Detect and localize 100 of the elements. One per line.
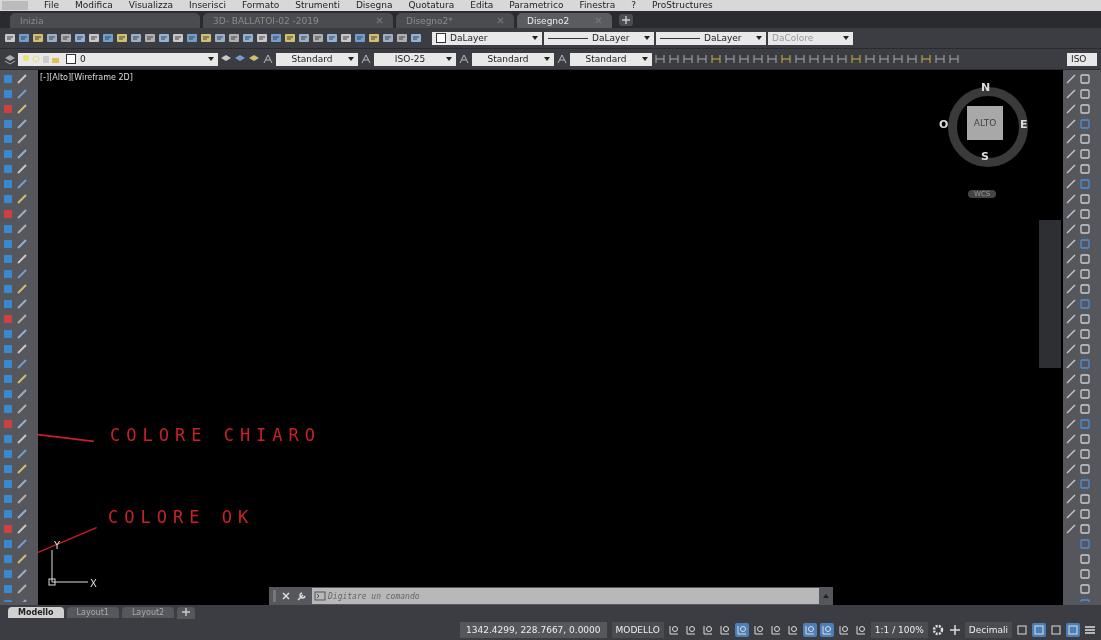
menu-item[interactable]: Formato <box>233 0 288 11</box>
tool-icon[interactable] <box>284 32 296 44</box>
dimension-tool-icon[interactable] <box>892 53 904 65</box>
style-dropdown[interactable]: ISO <box>1067 52 1097 66</box>
modify-tool-icon[interactable] <box>1079 208 1091 220</box>
dimension-tool-icon[interactable] <box>878 53 890 65</box>
draw-tool-icon[interactable] <box>1065 268 1077 280</box>
status-toggle-icon[interactable] <box>683 623 698 637</box>
dimension-tool-icon[interactable] <box>654 53 666 65</box>
caret-icon[interactable] <box>823 594 829 598</box>
modify-tool-icon[interactable] <box>1079 523 1091 535</box>
tool-icon[interactable] <box>32 32 44 44</box>
layer-dropdown[interactable]: 0 <box>18 52 218 66</box>
plus-icon[interactable] <box>947 623 962 637</box>
tool-icon[interactable] <box>60 32 72 44</box>
dimension-tool-icon[interactable] <box>808 53 820 65</box>
modify-tool-icon[interactable] <box>1079 163 1091 175</box>
dimension-tool-icon[interactable] <box>948 53 960 65</box>
tool-icon[interactable] <box>16 298 28 310</box>
status-toggle-icon[interactable] <box>666 623 681 637</box>
modify-tool-icon[interactable] <box>1079 508 1091 520</box>
modify-tool-icon[interactable] <box>1079 343 1091 355</box>
tool-icon[interactable] <box>214 32 226 44</box>
status-toggle-icon[interactable] <box>717 623 732 637</box>
tool-icon[interactable] <box>16 403 28 415</box>
tool-icon[interactable] <box>16 193 28 205</box>
tool-icon[interactable] <box>172 32 184 44</box>
modify-tool-icon[interactable] <box>1079 283 1091 295</box>
dimension-tool-icon[interactable] <box>864 53 876 65</box>
dimension-tool-icon[interactable] <box>696 53 708 65</box>
modify-tool-icon[interactable] <box>1079 463 1091 475</box>
menu-item[interactable]: ProStructures <box>643 0 721 11</box>
menu-item[interactable]: Inserisci <box>181 0 234 11</box>
status-toggle-icon[interactable] <box>1015 623 1029 637</box>
tool-icon[interactable] <box>130 32 142 44</box>
menu-item[interactable]: Modifica <box>67 0 121 11</box>
new-tab-button[interactable] <box>619 13 633 26</box>
draw-tool-icon[interactable] <box>1065 328 1077 340</box>
compass-letter[interactable]: E <box>1020 118 1028 131</box>
menu-icon[interactable] <box>1083 623 1097 637</box>
modify-tool-icon[interactable] <box>1079 403 1091 415</box>
viewport-label[interactable]: [-][Alto][Wireframe 2D] <box>40 73 133 82</box>
modify-tool-icon[interactable] <box>1079 103 1091 115</box>
menu-item[interactable]: Edita <box>462 0 502 11</box>
modify-tool-icon[interactable] <box>1079 553 1091 565</box>
modify-tool-icon[interactable] <box>1079 448 1091 460</box>
draw-tool-icon[interactable] <box>1065 373 1077 385</box>
tool-icon[interactable] <box>354 32 366 44</box>
tool-icon[interactable] <box>16 148 28 160</box>
settings-icon[interactable] <box>930 623 945 637</box>
tool-icon[interactable] <box>16 373 28 385</box>
draw-tool-icon[interactable] <box>1065 463 1077 475</box>
tool-icon[interactable] <box>326 32 338 44</box>
modify-tool-icon[interactable] <box>1079 253 1091 265</box>
style-icon[interactable] <box>458 53 470 65</box>
draw-tool-icon[interactable] <box>1065 193 1077 205</box>
tool-icon[interactable] <box>4 32 16 44</box>
status-toggle-icon[interactable] <box>853 623 868 637</box>
draw-tool-icon[interactable] <box>1065 313 1077 325</box>
modify-tool-icon[interactable] <box>1079 133 1091 145</box>
modify-tool-icon[interactable] <box>1079 268 1091 280</box>
annotation-scale-button[interactable]: 1:1 / 100% <box>870 622 928 638</box>
tool-icon[interactable] <box>144 32 156 44</box>
tool-icon[interactable] <box>158 32 170 44</box>
status-toggle-icon[interactable] <box>785 623 800 637</box>
tool-icon[interactable] <box>256 32 268 44</box>
style-icon[interactable] <box>262 53 274 65</box>
tool-icon[interactable] <box>16 508 28 520</box>
style-dropdown[interactable]: Standard <box>570 52 652 66</box>
tool-icon[interactable] <box>16 313 28 325</box>
draw-tool-icon[interactable] <box>1065 88 1077 100</box>
tool-icon[interactable] <box>340 32 352 44</box>
style-icon[interactable] <box>360 53 372 65</box>
tool-icon[interactable] <box>16 238 28 250</box>
tool-icon[interactable] <box>16 208 28 220</box>
compass-letter[interactable]: O <box>939 118 949 131</box>
dimension-tool-icon[interactable] <box>766 53 778 65</box>
draw-tool-icon[interactable] <box>1065 283 1077 295</box>
dimension-tool-icon[interactable] <box>934 53 946 65</box>
dimension-tool-icon[interactable] <box>920 53 932 65</box>
tool-icon[interactable] <box>16 523 28 535</box>
tool-icon[interactable] <box>16 73 28 85</box>
menu-item[interactable]: Parametrico <box>501 0 572 11</box>
status-toggle-icon[interactable] <box>802 623 817 637</box>
tool-icon[interactable] <box>18 32 30 44</box>
modify-tool-icon[interactable] <box>1079 583 1091 595</box>
tool-icon[interactable] <box>382 32 394 44</box>
tool-icon[interactable] <box>16 463 28 475</box>
tool-icon[interactable] <box>46 32 58 44</box>
tool-icon[interactable] <box>16 478 28 490</box>
draw-tool-icon[interactable] <box>1065 403 1077 415</box>
dimension-tool-icon[interactable] <box>906 53 918 65</box>
menu-item[interactable]: Finestra <box>571 0 624 11</box>
tool-icon[interactable] <box>16 433 28 445</box>
modify-tool-icon[interactable] <box>1079 223 1091 235</box>
menu-item[interactable]: Quotatura <box>400 0 463 11</box>
layout-tab[interactable]: Modello <box>8 607 64 618</box>
tool-icon[interactable] <box>116 32 128 44</box>
dimension-tool-icon[interactable] <box>710 53 722 65</box>
dimension-tool-icon[interactable] <box>794 53 806 65</box>
